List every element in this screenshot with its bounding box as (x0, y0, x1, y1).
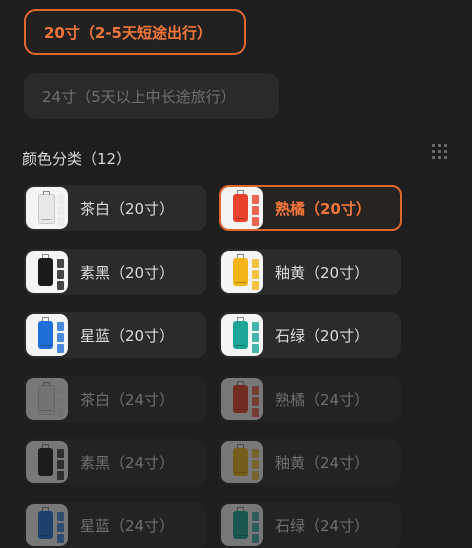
suitcase-icon (38, 507, 53, 539)
suitcase-mini-icon (252, 333, 259, 342)
suitcase-icon (233, 507, 248, 539)
suitcase-mini-icon (57, 386, 64, 395)
suitcase-mini-icon (57, 471, 64, 480)
color-option-tile[interactable]: 星蓝（20寸） (24, 312, 206, 358)
color-option-label: 星蓝（20寸） (80, 326, 175, 345)
suitcase-mini-icon (57, 206, 64, 215)
color-option-tile[interactable]: 熟橘（20寸） (219, 185, 402, 231)
color-option-label: 星蓝（24寸） (80, 516, 175, 535)
suitcase-mini-icon (57, 512, 64, 521)
suitcase-thumbnail (221, 504, 263, 546)
suitcase-mini-icon (252, 322, 259, 331)
suitcase-thumbnail (221, 251, 263, 293)
color-option-label: 釉黄（20寸） (275, 263, 370, 282)
size-option-label: 24寸（5天以上中长途旅行） (42, 87, 236, 106)
suitcase-thumbnail (26, 378, 68, 420)
color-option-tile[interactable]: 石绿（24寸） (219, 502, 401, 548)
size-option-24-inch[interactable]: 24寸（5天以上中长途旅行） (24, 73, 279, 119)
suitcase-mini-icon (252, 344, 259, 353)
suitcase-icon (38, 444, 53, 476)
suitcase-thumbnail (221, 441, 263, 483)
suitcase-mini-icon (57, 449, 64, 458)
color-option-label: 石绿（20寸） (275, 326, 370, 345)
suitcase-thumbnail (221, 187, 263, 229)
suitcase-mini-icon (57, 534, 64, 543)
color-option-label: 熟橘（24寸） (275, 390, 370, 409)
suitcase-mini-icon (57, 270, 64, 279)
suitcase-mini-icon (252, 281, 259, 290)
suitcase-thumbnail (26, 314, 68, 356)
suitcase-icon (233, 254, 248, 286)
suitcase-icon (233, 381, 248, 413)
suitcase-mini-icon (57, 397, 64, 406)
suitcase-thumbnail (221, 378, 263, 420)
suitcase-mini-icon (252, 449, 259, 458)
suitcase-thumbnail (26, 251, 68, 293)
color-option-tile[interactable]: 熟橘（24寸） (219, 376, 401, 422)
suitcase-mini-icon (57, 217, 64, 226)
color-option-tile[interactable]: 茶白（24寸） (24, 376, 206, 422)
color-option-tile[interactable]: 素黑（20寸） (24, 249, 206, 295)
suitcase-thumbnail (26, 504, 68, 546)
suitcase-mini-icon (252, 195, 259, 204)
suitcase-mini-icon (252, 408, 259, 417)
suitcase-mini-icon (252, 206, 259, 215)
color-option-label: 熟橘（20寸） (275, 199, 371, 218)
suitcase-mini-icon (252, 534, 259, 543)
suitcase-mini-icon (252, 523, 259, 532)
suitcase-icon (233, 190, 248, 222)
color-option-label: 茶白（20寸） (80, 199, 175, 218)
suitcase-mini-icon (57, 259, 64, 268)
suitcase-mini-icon (252, 386, 259, 395)
suitcase-mini-icon (252, 512, 259, 521)
suitcase-icon (38, 254, 53, 286)
suitcase-mini-icon (57, 523, 64, 532)
suitcase-mini-icon (57, 281, 64, 290)
grid-icon[interactable] (432, 144, 448, 162)
color-option-tile[interactable]: 星蓝（24寸） (24, 502, 206, 548)
suitcase-thumbnail (221, 314, 263, 356)
suitcase-mini-icon (57, 408, 64, 417)
size-option-20-inch[interactable]: 20寸（2-5天短途出行） (24, 9, 246, 55)
suitcase-mini-icon (57, 195, 64, 204)
suitcase-icon (233, 317, 248, 349)
color-option-label: 釉黄（24寸） (275, 453, 370, 472)
suitcase-mini-icon (57, 460, 64, 469)
suitcase-thumbnail (26, 187, 68, 229)
color-option-tile[interactable]: 茶白（20寸） (24, 185, 206, 231)
suitcase-icon (38, 191, 55, 224)
color-option-tile[interactable]: 素黑（24寸） (24, 439, 206, 485)
suitcase-mini-icon (57, 344, 64, 353)
color-option-label: 素黑（20寸） (80, 263, 175, 282)
suitcase-mini-icon (252, 217, 259, 226)
suitcase-mini-icon (252, 270, 259, 279)
suitcase-mini-icon (252, 397, 259, 406)
color-section-title: 颜色分类（12） (22, 150, 132, 168)
color-option-tile[interactable]: 石绿（20寸） (219, 312, 401, 358)
suitcase-icon (233, 444, 248, 476)
suitcase-mini-icon (57, 333, 64, 342)
color-option-tile[interactable]: 釉黄（24寸） (219, 439, 401, 485)
suitcase-mini-icon (57, 322, 64, 331)
color-option-label: 茶白（24寸） (80, 390, 175, 409)
suitcase-thumbnail (26, 441, 68, 483)
color-option-label: 石绿（24寸） (275, 516, 370, 535)
color-option-tile[interactable]: 釉黄（20寸） (219, 249, 401, 295)
size-option-label: 20寸（2-5天短途出行） (44, 23, 212, 42)
suitcase-mini-icon (252, 259, 259, 268)
suitcase-icon (38, 382, 55, 415)
color-option-label: 素黑（24寸） (80, 453, 175, 472)
suitcase-mini-icon (252, 460, 259, 469)
suitcase-mini-icon (252, 471, 259, 480)
suitcase-icon (38, 317, 53, 349)
